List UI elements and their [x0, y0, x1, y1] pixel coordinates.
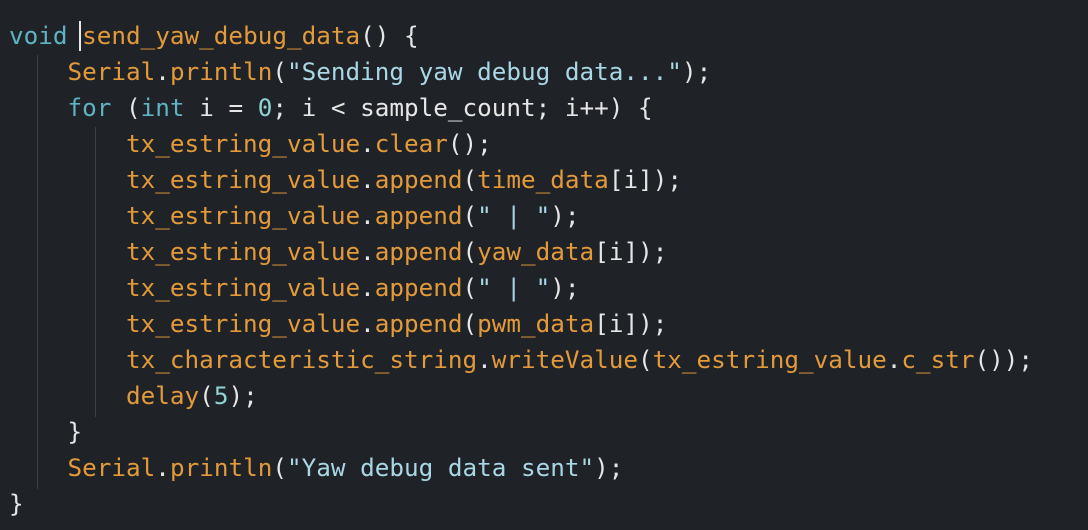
code-token: );: [550, 273, 580, 302]
code-line[interactable]: Serial.println("Sending yaw debug data..…: [9, 54, 1033, 90]
code-token: .: [360, 273, 375, 302]
code-token: .: [477, 345, 492, 374]
code-token: (: [638, 345, 653, 374]
code-token: (: [462, 201, 478, 230]
code-token: (: [272, 453, 287, 482]
code-line[interactable]: }: [9, 414, 1033, 450]
code-token: (: [462, 309, 478, 338]
code-token: .: [155, 57, 170, 86]
code-token: .: [360, 129, 375, 158]
code-line[interactable]: tx_estring_value.append(time_data[i]);: [9, 162, 1033, 198]
code-token: 5: [213, 381, 229, 410]
code-token: time_data: [477, 165, 609, 194]
code-token: tx_estring_value: [126, 237, 361, 266]
code-token: append: [374, 237, 463, 266]
code-token: (: [272, 57, 287, 86]
code-token: clear: [374, 129, 448, 158]
code-token: (: [462, 165, 478, 194]
code-token: println: [169, 57, 273, 86]
code-token: tx_estring_value: [126, 129, 361, 158]
code-token: append: [374, 309, 463, 338]
code-token: (: [462, 273, 478, 302]
code-token: append: [374, 165, 463, 194]
code-token: ();: [447, 129, 492, 158]
code-token: send_yaw_debug_data: [82, 21, 361, 50]
code-line[interactable]: tx_estring_value.append(" | ");: [9, 270, 1033, 306]
code-token: (: [462, 237, 478, 266]
code-line[interactable]: tx_characteristic_string.writeValue(tx_e…: [9, 342, 1033, 378]
code-token: i =: [184, 93, 258, 122]
code-line[interactable]: tx_estring_value.append(yaw_data[i]);: [9, 234, 1033, 270]
code-token: [i]);: [594, 237, 668, 266]
code-token: tx_characteristic_string: [126, 345, 478, 374]
code-token: c_str: [901, 345, 975, 374]
code-line[interactable]: Serial.println("Yaw debug data sent");: [9, 450, 1033, 486]
code-token: ());: [974, 345, 1034, 374]
code-token: .: [886, 345, 902, 374]
code-token: append: [374, 201, 463, 230]
code-token: [i]);: [608, 165, 682, 194]
code-token: .: [360, 201, 375, 230]
code-token: tx_estring_value: [652, 345, 887, 374]
code-token: );: [550, 201, 580, 230]
code-line[interactable]: for (int i = 0; i < sample_count; i++) {: [9, 90, 1033, 126]
code-token: " | ": [477, 273, 551, 302]
code-editor[interactable]: void send_yaw_debug_data() { Serial.prin…: [0, 0, 1088, 530]
code-line[interactable]: tx_estring_value.append(pwm_data[i]);: [9, 306, 1033, 342]
code-token: );: [594, 453, 624, 482]
code-token: ; i < sample_count; i++) {: [272, 93, 653, 122]
code-token: writeValue: [491, 345, 639, 374]
code-token: }: [9, 489, 24, 518]
code-token: void: [9, 21, 68, 50]
code-line[interactable]: void send_yaw_debug_data() {: [9, 18, 1033, 54]
code-token: Serial: [67, 453, 156, 482]
code-token: );: [681, 57, 712, 86]
code-token: append: [374, 273, 463, 302]
code-token: yaw_data: [477, 237, 595, 266]
code-line[interactable]: tx_estring_value.clear();: [9, 126, 1033, 162]
code-token: tx_estring_value: [126, 165, 361, 194]
code-token: "Yaw debug data sent": [286, 453, 595, 482]
code-token: 0: [257, 93, 273, 122]
code-token: for: [67, 93, 112, 122]
code-token: (: [199, 381, 214, 410]
code-token: [i]);: [594, 309, 668, 338]
code-token: .: [360, 165, 375, 194]
code-token: );: [228, 381, 258, 410]
code-token: "Sending yaw debug data...": [286, 57, 682, 86]
code-area[interactable]: void send_yaw_debug_data() { Serial.prin…: [9, 18, 1033, 522]
code-token: tx_estring_value: [126, 201, 361, 230]
code-token: delay: [126, 381, 200, 410]
code-line[interactable]: tx_estring_value.append(" | ");: [9, 198, 1033, 234]
code-token: (: [111, 93, 141, 122]
code-token: tx_estring_value: [126, 273, 361, 302]
code-token: int: [140, 93, 185, 122]
code-token: tx_estring_value: [126, 309, 361, 338]
code-token: }: [9, 417, 83, 446]
code-token: " | ": [477, 201, 551, 230]
code-token: Serial: [67, 57, 156, 86]
code-token: .: [360, 237, 375, 266]
code-token: pwm_data: [477, 309, 595, 338]
code-line[interactable]: delay(5);: [9, 378, 1033, 414]
code-token: println: [169, 453, 273, 482]
code-token: .: [155, 453, 170, 482]
code-line[interactable]: }: [9, 486, 1033, 522]
code-token: .: [360, 309, 375, 338]
code-token: () {: [360, 21, 419, 50]
